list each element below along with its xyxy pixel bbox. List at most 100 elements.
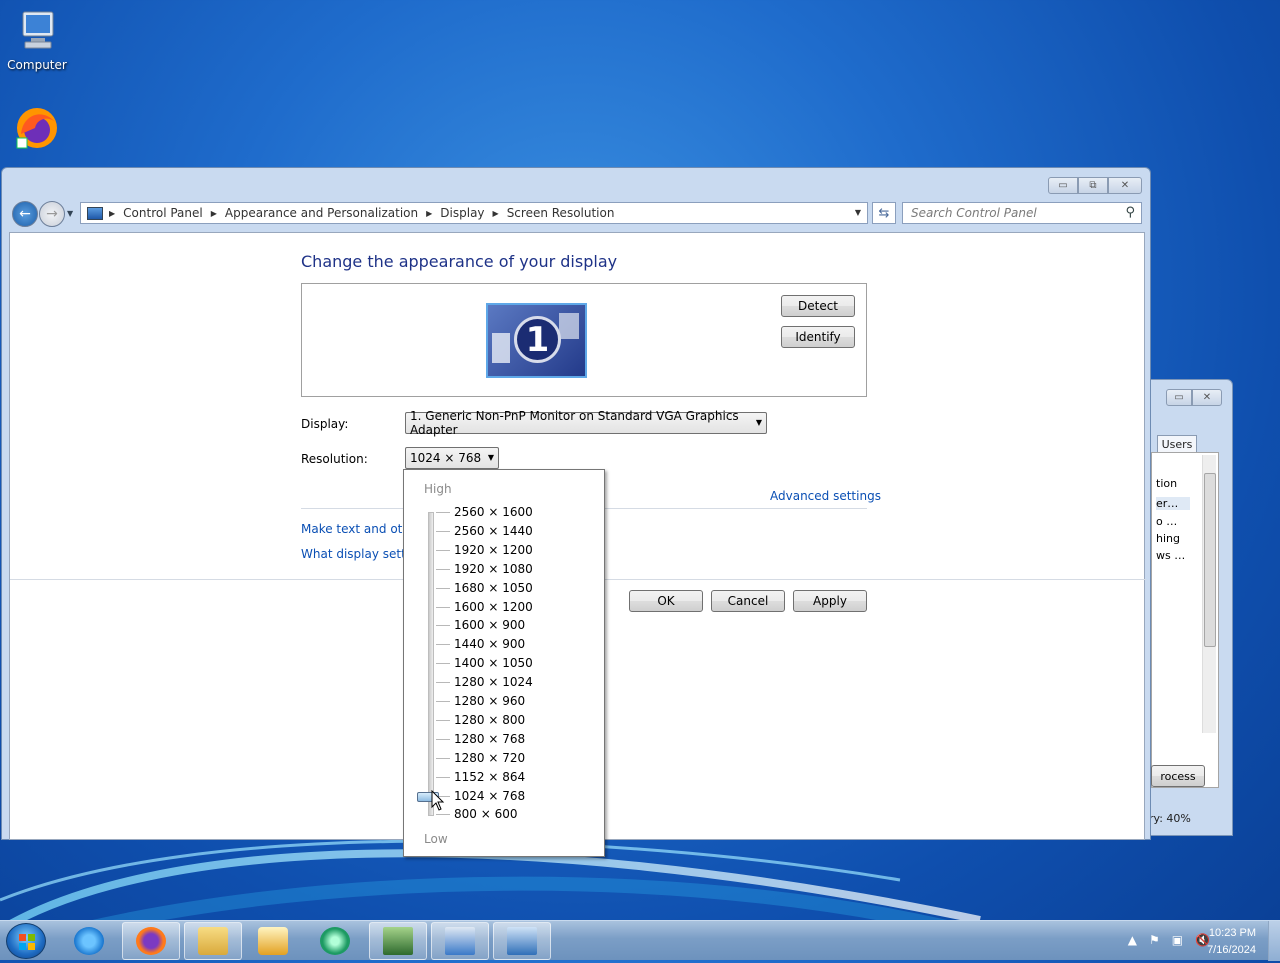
resolution-option[interactable]: 2560 × 1600 bbox=[454, 505, 533, 519]
end-process-button[interactable]: rocess bbox=[1151, 765, 1205, 787]
resolution-dropdown[interactable]: High 2560 × 1600 2560 × 1440 1920 × 1200 19… bbox=[403, 469, 605, 857]
breadcrumb-screen-resolution[interactable]: Screen Resolution bbox=[507, 206, 615, 220]
slider-tick bbox=[436, 644, 450, 646]
resolution-option[interactable]: 1680 × 1050 bbox=[454, 581, 533, 595]
display-select[interactable]: 1. Generic Non-PnP Monitor on Standard V… bbox=[405, 409, 767, 437]
clock-date: 7/16/2024 bbox=[1207, 944, 1256, 956]
slider-tick bbox=[436, 625, 450, 627]
breadcrumb-appearance[interactable]: Appearance and Personalization bbox=[225, 206, 418, 220]
resolution-select[interactable]: 1024 × 768 ▼ bbox=[405, 447, 499, 469]
task-manager-window[interactable]: ▭ ✕ Users tion er… o … hing ws … rocess … bbox=[1146, 379, 1233, 836]
slider-tick bbox=[436, 587, 450, 589]
advanced-settings-link[interactable]: Advanced settings bbox=[770, 489, 881, 503]
slider-tick bbox=[436, 776, 450, 778]
minimize-button[interactable]: ▭ bbox=[1048, 177, 1078, 194]
control-panel-icon bbox=[87, 206, 103, 220]
process-list[interactable]: tion er… o … hing ws … bbox=[1151, 452, 1219, 788]
resolution-option[interactable]: 1280 × 768 bbox=[454, 732, 525, 746]
search-icon[interactable]: ⚲ bbox=[1125, 205, 1135, 220]
maximize-button[interactable]: ⧉ bbox=[1078, 177, 1108, 194]
address-bar[interactable]: ▶ Control Panel ▶ Appearance and Persona… bbox=[80, 202, 868, 224]
back-button[interactable]: ← bbox=[12, 201, 38, 227]
scrollbar[interactable] bbox=[1202, 455, 1216, 733]
apply-button[interactable]: Apply bbox=[793, 590, 867, 612]
media-player-icon bbox=[258, 927, 288, 955]
list-item: ws … bbox=[1156, 549, 1186, 562]
resolution-option[interactable]: 1280 × 720 bbox=[454, 751, 525, 765]
taskbar-file-explorer[interactable] bbox=[184, 922, 242, 960]
forward-button[interactable]: → bbox=[39, 201, 65, 227]
resolution-option[interactable]: 1920 × 1200 bbox=[454, 543, 533, 557]
resolution-option[interactable]: 1400 × 1050 bbox=[454, 656, 533, 670]
resolution-label: Resolution: bbox=[301, 452, 368, 466]
task-manager-maximize-button[interactable]: ▭ bbox=[1166, 389, 1192, 406]
slider-tick bbox=[436, 682, 450, 684]
windows-logo-icon bbox=[19, 934, 35, 950]
media-center-icon bbox=[320, 927, 350, 955]
resolution-option[interactable]: 1152 × 864 bbox=[454, 770, 525, 784]
firefox-icon bbox=[136, 927, 166, 955]
back-arrow-icon: ← bbox=[19, 206, 31, 222]
resolution-option[interactable]: 1600 × 900 bbox=[454, 618, 525, 632]
resolution-option[interactable]: 800 × 600 bbox=[454, 807, 518, 821]
slider-tick bbox=[436, 814, 450, 816]
slider-tick bbox=[436, 663, 450, 665]
address-dropdown-icon[interactable]: ▼ bbox=[855, 208, 861, 217]
taskbar-firefox[interactable] bbox=[122, 922, 180, 960]
show-desktop-button[interactable] bbox=[1268, 921, 1280, 961]
recent-pages-dropdown[interactable]: ▼ bbox=[67, 209, 73, 218]
start-button[interactable] bbox=[6, 923, 46, 959]
memory-status: ry: 40% bbox=[1149, 812, 1191, 825]
resolution-option[interactable]: 1280 × 960 bbox=[454, 694, 525, 708]
page-title: Change the appearance of your display bbox=[301, 252, 618, 271]
control-panel-icon bbox=[507, 927, 537, 955]
refresh-button[interactable]: ⇆ bbox=[872, 202, 896, 224]
taskbar: ▲ ⚑ ▣ 🔇 10:23 PM 7/16/2024 bbox=[0, 920, 1280, 961]
show-hidden-icons-icon[interactable]: ▲ bbox=[1128, 933, 1137, 947]
resolution-option[interactable]: 1024 × 768 bbox=[454, 789, 525, 803]
taskbar-task-manager[interactable] bbox=[369, 922, 427, 960]
resolution-slider-track[interactable] bbox=[428, 512, 434, 816]
taskbar-media-player[interactable] bbox=[244, 922, 302, 960]
detect-button[interactable]: Detect bbox=[781, 295, 855, 317]
ok-button[interactable]: OK bbox=[629, 590, 703, 612]
slider-tick bbox=[436, 530, 450, 532]
breadcrumb-display[interactable]: Display bbox=[440, 206, 484, 220]
search-input[interactable]: Search Control Panel ⚲ bbox=[902, 202, 1142, 224]
computer-desktop-icon[interactable]: Computer bbox=[0, 8, 76, 72]
taskbar-media-center[interactable] bbox=[306, 922, 364, 960]
network-icon[interactable]: ▣ bbox=[1172, 933, 1183, 947]
forward-arrow-icon: → bbox=[46, 206, 58, 222]
high-label: High bbox=[424, 482, 452, 496]
clock[interactable]: 10:23 PM 7/16/2024 bbox=[1207, 925, 1256, 959]
resolution-option[interactable]: 1280 × 800 bbox=[454, 713, 525, 727]
identify-button[interactable]: Identify bbox=[781, 326, 855, 348]
breadcrumb-control-panel[interactable]: Control Panel bbox=[123, 206, 203, 220]
task-manager-close-button[interactable]: ✕ bbox=[1192, 389, 1222, 406]
display-select-value: 1. Generic Non-PnP Monitor on Standard V… bbox=[410, 409, 739, 437]
resolution-option[interactable]: 1440 × 900 bbox=[454, 637, 525, 651]
action-center-flag-icon[interactable]: ⚑ bbox=[1149, 933, 1160, 947]
close-button[interactable]: ✕ bbox=[1108, 177, 1142, 194]
slider-tick bbox=[436, 606, 450, 608]
resolution-option[interactable]: 2560 × 1440 bbox=[454, 524, 533, 538]
display-label: Display: bbox=[301, 417, 349, 431]
slider-tick bbox=[436, 757, 450, 759]
resolution-option[interactable]: 1280 × 1024 bbox=[454, 675, 533, 689]
mouse-cursor-icon bbox=[431, 790, 445, 811]
monitor-number: 1 bbox=[514, 316, 561, 363]
firefox-desktop-icon[interactable] bbox=[0, 104, 76, 154]
taskbar-control-panel[interactable] bbox=[493, 922, 551, 960]
slider-tick bbox=[436, 568, 450, 570]
resolution-option[interactable]: 1600 × 1200 bbox=[454, 600, 533, 614]
slider-tick bbox=[436, 701, 450, 702]
taskbar-internet-explorer[interactable] bbox=[60, 922, 118, 960]
taskbar-display-settings[interactable] bbox=[431, 922, 489, 960]
task-manager-icon bbox=[383, 927, 413, 955]
monitor-1-thumbnail[interactable]: 1 bbox=[486, 303, 587, 378]
search-placeholder: Search Control Panel bbox=[911, 206, 1037, 220]
cancel-button[interactable]: Cancel bbox=[711, 590, 785, 612]
resolution-option[interactable]: 1920 × 1080 bbox=[454, 562, 533, 576]
list-item: o … bbox=[1156, 515, 1178, 528]
resolution-select-value: 1024 × 768 bbox=[410, 451, 482, 465]
